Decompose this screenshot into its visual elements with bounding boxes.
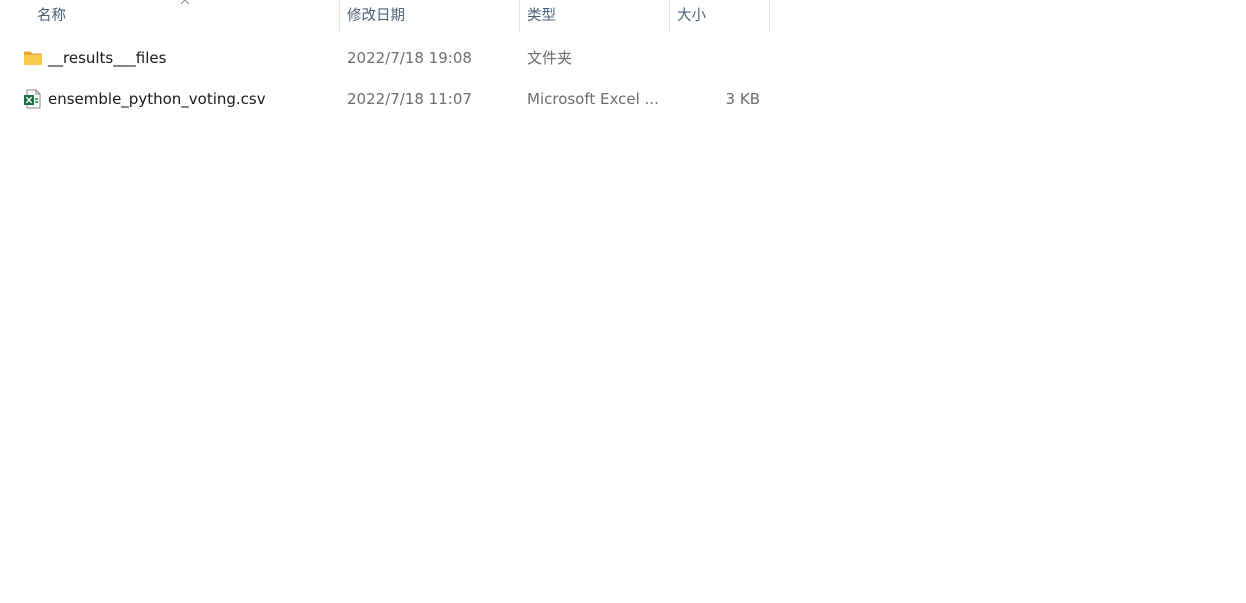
file-type: Microsoft Excel ... xyxy=(527,90,659,108)
column-header-type[interactable]: 类型 xyxy=(520,0,670,32)
column-header-bar: 名称 修改日期 类型 大小 xyxy=(0,0,770,32)
file-type: 文件夹 xyxy=(527,49,573,67)
chevron-up-icon xyxy=(180,0,190,5)
column-header-date-label: 修改日期 xyxy=(347,8,405,24)
file-row-folder[interactable]: __results___files 2022/7/18 19:08 文件夹 xyxy=(0,38,770,78)
column-header-size-label: 大小 xyxy=(677,8,706,24)
file-date: 2022/7/18 19:08 xyxy=(347,49,472,67)
column-header-size[interactable]: 大小 xyxy=(670,0,770,32)
folder-icon xyxy=(24,51,42,65)
file-name: __results___files xyxy=(48,49,167,67)
excel-csv-icon xyxy=(24,89,41,109)
column-header-name-label: 名称 xyxy=(37,8,66,24)
file-name: ensemble_python_voting.csv xyxy=(48,90,266,108)
file-row-csv[interactable]: ensemble_python_voting.csv 2022/7/18 11:… xyxy=(0,79,770,119)
column-header-date[interactable]: 修改日期 xyxy=(340,0,520,32)
file-size: 3 KB xyxy=(725,90,760,108)
column-header-type-label: 类型 xyxy=(527,8,556,24)
file-date: 2022/7/18 11:07 xyxy=(347,90,472,108)
